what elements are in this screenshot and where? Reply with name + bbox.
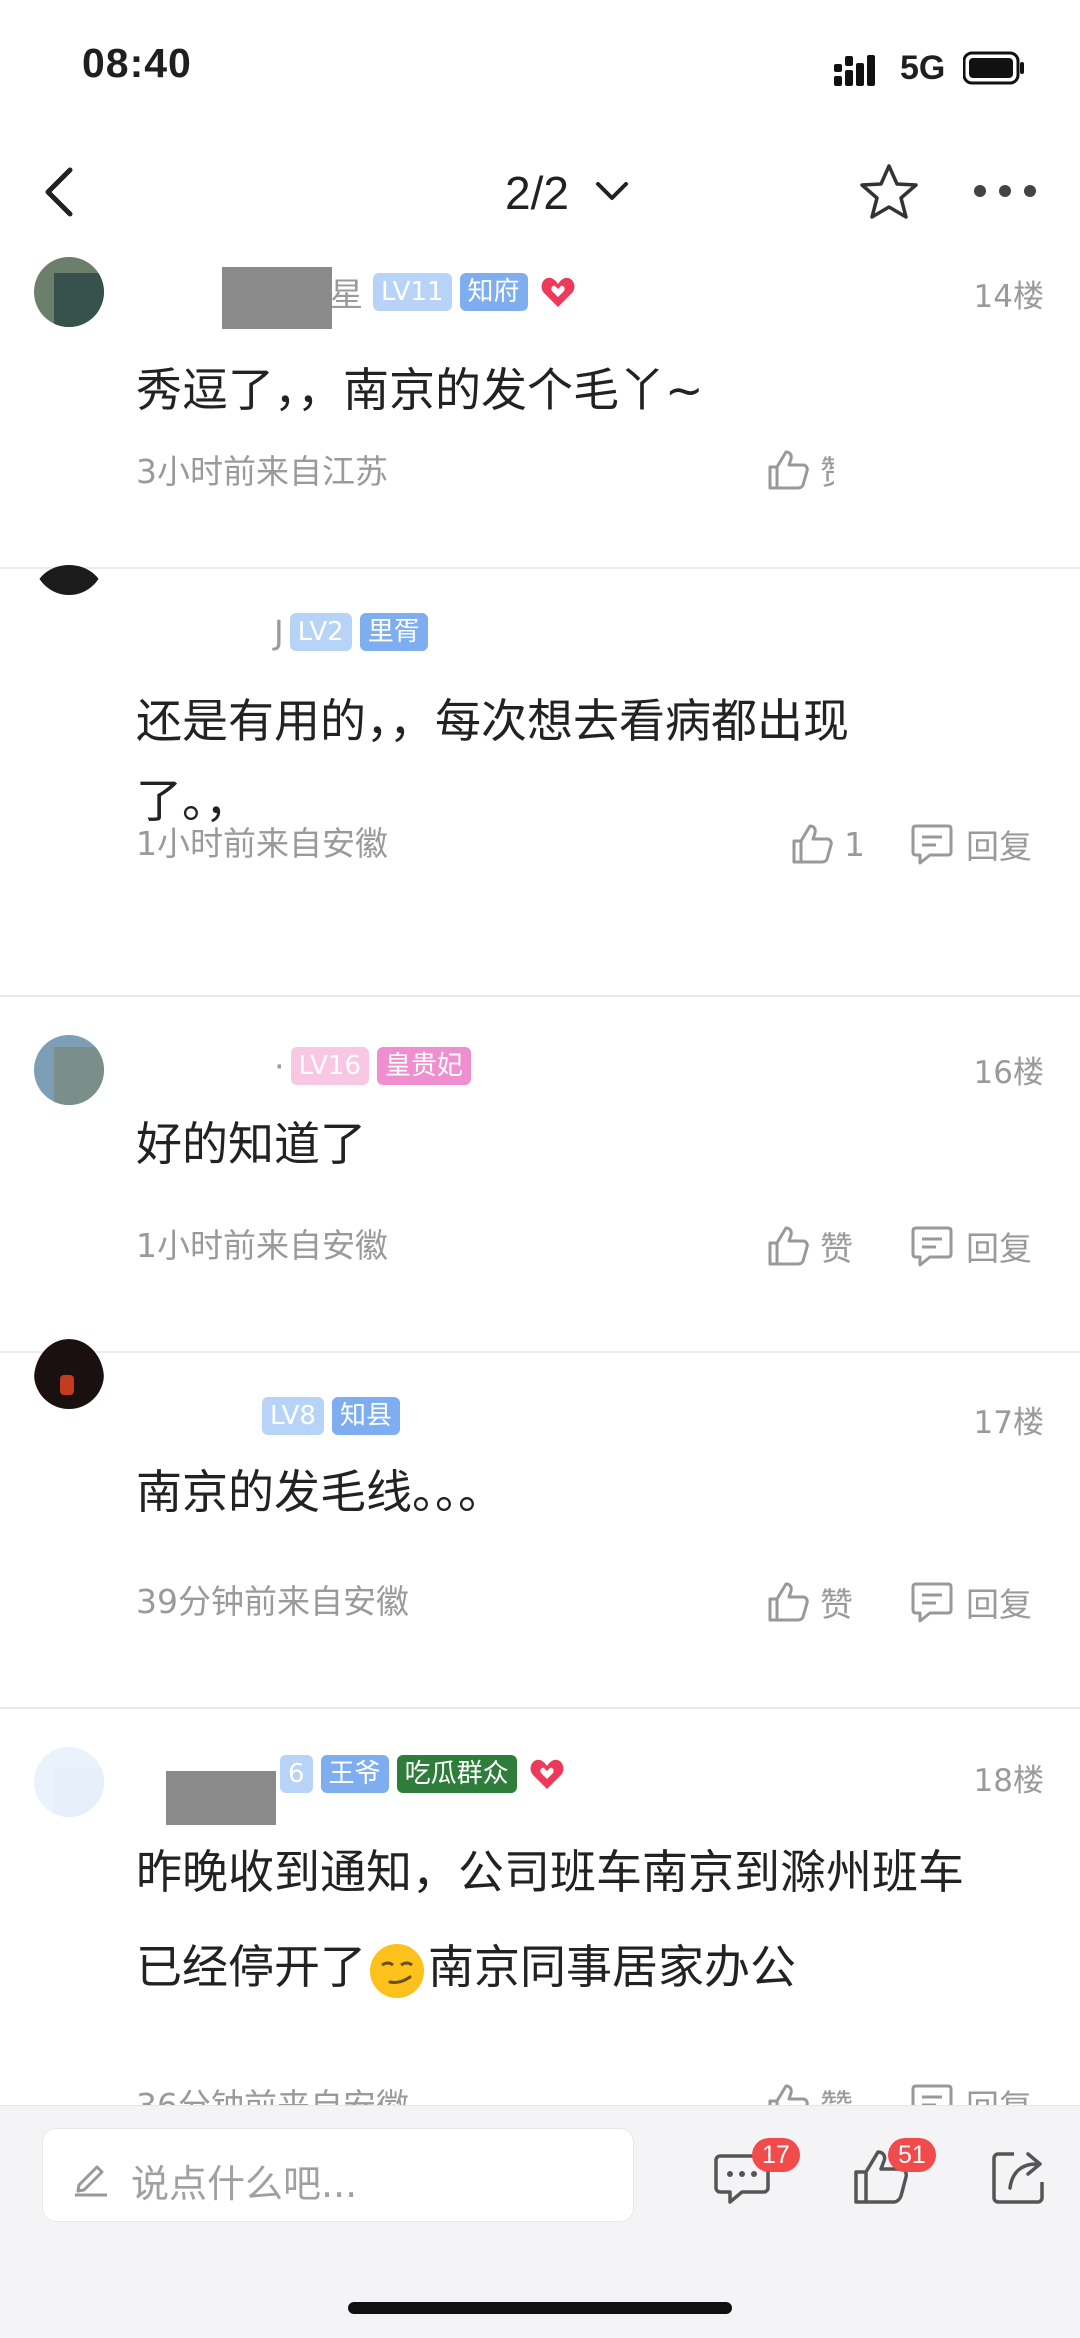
- time-location: 1小时前来自安徽: [136, 1226, 388, 1265]
- comment-text-line: 昨晚收到通知，公司班车南京到滁州班车: [136, 1845, 964, 1899]
- time-location: 3小时前来自江苏: [136, 452, 388, 491]
- battery-icon: [963, 51, 1024, 85]
- avatar[interactable]: [34, 1035, 104, 1105]
- comment-bubble-icon: [911, 824, 953, 865]
- like-button[interactable]: 赞: [766, 445, 834, 495]
- redacted-username: [166, 1771, 276, 1825]
- reply-label: 回复: [966, 1229, 1032, 1268]
- thumbs-up-icon: [792, 824, 833, 864]
- floor-number: 14楼: [973, 279, 1044, 315]
- title-badge: 王爷: [320, 1755, 389, 1793]
- level-badge: LV2: [289, 613, 352, 651]
- reply-button[interactable]: 回复: [910, 2079, 1032, 2105]
- nav-bar: 2/2: [0, 140, 1080, 245]
- comment-item: J LV2 里胥 还是有用的，，每次想去看病都出现 了。， 1小时前来自安徽 1…: [0, 565, 1080, 995]
- comment-item: 6 王爷 吃瓜群众 18楼 昨晚收到通知，公司班车南京到滁州班车 已经停开了 南…: [0, 1709, 1080, 2105]
- input-placeholder: 说点什么吧...: [131, 2162, 358, 2206]
- star-icon[interactable]: [858, 162, 920, 222]
- title-badge: 知县: [331, 1397, 400, 1435]
- comment-bubble-icon: [911, 1226, 953, 1267]
- avatar[interactable]: [34, 1747, 104, 1817]
- reply-label: 回复: [966, 1585, 1032, 1624]
- avatar[interactable]: [34, 1339, 104, 1419]
- like-button[interactable]: 赞: [766, 2079, 853, 2105]
- network-type: 5G: [900, 49, 946, 87]
- level-badge: LV8: [262, 1397, 324, 1435]
- comment-text[interactable]: 秀逗了，，南京的发个毛丫~: [136, 340, 1036, 440]
- back-arrow-icon[interactable]: [36, 162, 86, 222]
- comment-text[interactable]: 南京的发毛线。。。: [136, 1445, 1036, 1540]
- reply-button[interactable]: 回复: [910, 1221, 1032, 1271]
- reply-button[interactable]: 回复: [910, 819, 1032, 869]
- thumbs-up-icon: [768, 1226, 809, 1266]
- time-location: 1小时前来自安徽: [136, 824, 388, 863]
- home-indicator[interactable]: [348, 2302, 732, 2314]
- title-badge: 里胥: [359, 613, 428, 651]
- page-indicator[interactable]: 2/2: [505, 166, 569, 220]
- more-options-icon[interactable]: [970, 176, 1040, 206]
- comment-text-segment: 已经停开了: [136, 1940, 366, 1994]
- like-label: 赞: [820, 1229, 853, 1268]
- like-label: 赞: [820, 1585, 853, 1624]
- pencil-icon: [75, 2165, 107, 2197]
- chevron-down-icon[interactable]: [594, 174, 630, 210]
- floor-number: 17楼: [973, 1405, 1044, 1441]
- heart-icon: [541, 277, 574, 307]
- reply-label: 回复: [966, 2080, 1032, 2105]
- thumbs-up-icon: [768, 1582, 809, 1622]
- comment-item: · LV16 皇贵妃 16楼 好的知道了 1小时前来自安徽 赞 回复: [0, 997, 1080, 1351]
- comment-bubble-icon: [911, 1582, 953, 1623]
- username[interactable]: J: [274, 613, 284, 652]
- like-label: 赞: [820, 2080, 853, 2105]
- status-time: 08:40: [82, 40, 192, 86]
- level-badge: LV16: [290, 1047, 369, 1085]
- title-badge: 皇贵妃: [377, 1047, 472, 1085]
- comment-bubble-icon: [911, 2084, 953, 2105]
- comment-text-segment: 南京同事居家办公: [428, 1940, 796, 1994]
- comment-text-line: 还是有用的，，每次想去看病都出现: [136, 694, 849, 748]
- thumbs-up-icon: [768, 2084, 809, 2105]
- comment-text[interactable]: 好的知道了: [136, 1097, 1036, 1192]
- avatar[interactable]: [34, 257, 104, 327]
- username[interactable]: ·: [274, 1047, 285, 1086]
- comment-count-badge: 17: [752, 2138, 800, 2172]
- comment-input[interactable]: 说点什么吧...: [42, 2128, 634, 2222]
- floor-number: 16楼: [973, 1055, 1044, 1091]
- comment-feed[interactable]: 星 LV11 知府 14楼 秀逗了，，南京的发个毛丫~ 3小时前来自江苏 赞 J…: [0, 245, 1080, 2105]
- title-badge: 知府: [459, 273, 528, 311]
- like-button[interactable]: 赞: [766, 1221, 853, 1271]
- status-bar: 08:40 5G: [0, 0, 1080, 130]
- level-badge: LV11: [373, 273, 452, 311]
- username[interactable]: 星: [330, 268, 363, 316]
- floor-number: 18楼: [973, 1763, 1044, 1799]
- avatar[interactable]: [34, 565, 104, 625]
- like-label: 赞: [820, 446, 834, 494]
- redacted-username: [222, 267, 332, 329]
- signal-icon: [834, 55, 875, 86]
- time-location: 36分钟前来自安徽: [136, 2079, 409, 2105]
- reply-label: 回复: [966, 827, 1032, 866]
- like-count: 1: [844, 824, 865, 864]
- like-count-badge: 51: [888, 2138, 936, 2172]
- level-badge: 6: [280, 1755, 313, 1793]
- comment-text[interactable]: 昨晚收到通知，公司班车南京到滁州班车 已经停开了 南京同事居家办公: [136, 1825, 1036, 2015]
- like-button[interactable]: 1: [790, 819, 865, 869]
- like-button[interactable]: 赞: [766, 1577, 853, 1627]
- smirk-emoji-icon: [370, 1943, 424, 1998]
- reply-button[interactable]: 回复: [910, 1577, 1032, 1627]
- title-badge: 吃瓜群众: [396, 1755, 517, 1793]
- heart-icon: [530, 1759, 564, 1789]
- thumbs-up-icon: [768, 450, 809, 490]
- comment-text-line: 已经停开了 南京同事居家办公: [136, 1920, 1036, 2015]
- comment-item: 星 LV11 知府 14楼 秀逗了，，南京的发个毛丫~ 3小时前来自江苏 赞: [0, 245, 1080, 567]
- comment-item: LV8 知县 17楼 南京的发毛线。。。 39分钟前来自安徽 赞 回复: [0, 1339, 1080, 1707]
- share-icon[interactable]: [990, 2146, 1046, 2206]
- time-location: 39分钟前来自安徽: [136, 1582, 409, 1621]
